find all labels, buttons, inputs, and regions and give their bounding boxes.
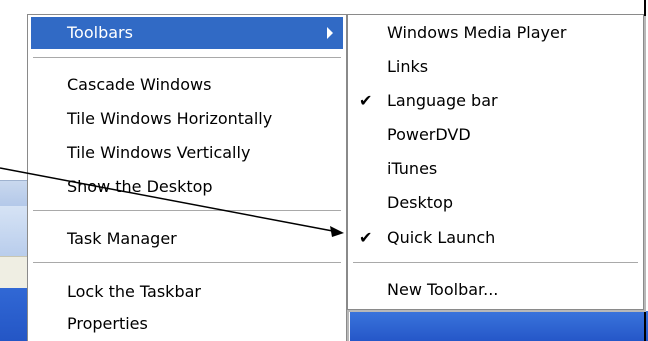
submenu-item-itunes[interactable]: iTunes xyxy=(351,153,640,185)
menu-item-label: Tile Windows Horizontally xyxy=(67,109,273,128)
taskbar-bottom-right xyxy=(350,311,648,341)
submenu-item-quick-launch[interactable]: ✔ Quick Launch xyxy=(351,222,640,254)
submenu-item-label: Desktop xyxy=(387,193,453,212)
taskbar-fragment-blue xyxy=(0,206,27,256)
submenu-arrow-icon xyxy=(327,27,333,39)
menu-item-cascade-windows[interactable]: Cascade Windows xyxy=(31,69,343,101)
submenu-item-desktop[interactable]: Desktop xyxy=(351,187,640,219)
menu-item-label: Lock the Taskbar xyxy=(67,282,201,301)
taskbar-fragment-top xyxy=(0,180,27,207)
checkmark-icon: ✔ xyxy=(359,228,373,247)
submenu-item-label: Quick Launch xyxy=(387,228,496,247)
toolbars-submenu: Windows Media Player Links ✔ Language ba… xyxy=(347,14,644,310)
submenu-item-label: New Toolbar... xyxy=(387,280,499,299)
submenu-item-label: Language bar xyxy=(387,91,498,110)
menu-item-task-manager[interactable]: Task Manager xyxy=(31,223,343,255)
menu-item-lock-taskbar[interactable]: Lock the Taskbar xyxy=(31,276,343,308)
menu-separator xyxy=(33,262,341,263)
submenu-item-label: PowerDVD xyxy=(387,125,471,144)
submenu-item-label: Windows Media Player xyxy=(387,23,567,42)
menu-item-label: Cascade Windows xyxy=(67,75,212,94)
submenu-item-windows-media-player[interactable]: Windows Media Player xyxy=(351,17,640,49)
frame-border-line xyxy=(644,0,646,341)
menu-item-properties[interactable]: Properties xyxy=(31,308,343,340)
menu-item-label: Show the Desktop xyxy=(67,177,213,196)
submenu-item-label: Links xyxy=(387,57,429,76)
menu-separator xyxy=(353,262,638,263)
submenu-item-label: iTunes xyxy=(387,159,438,178)
menu-item-show-desktop[interactable]: Show the Desktop xyxy=(31,171,343,203)
submenu-item-powerdvd[interactable]: PowerDVD xyxy=(351,119,640,151)
menu-item-toolbars[interactable]: Toolbars xyxy=(31,17,343,49)
menu-item-label: Task Manager xyxy=(67,229,177,248)
taskbar-bottom-left xyxy=(0,288,27,341)
taskbar-context-menu: Toolbars Cascade Windows Tile Windows Ho… xyxy=(27,14,347,341)
menu-item-label: Tile Windows Vertically xyxy=(67,143,251,162)
screenshot-stage: Toolbars Cascade Windows Tile Windows Ho… xyxy=(0,0,648,341)
menu-separator xyxy=(33,57,341,58)
taskbar-fragment-tan xyxy=(0,256,27,289)
menu-item-label: Toolbars xyxy=(67,23,133,42)
submenu-item-new-toolbar[interactable]: New Toolbar... xyxy=(351,274,640,306)
submenu-item-language-bar[interactable]: ✔ Language bar xyxy=(351,85,640,117)
menu-item-tile-vertically[interactable]: Tile Windows Vertically xyxy=(31,137,343,169)
menu-item-label: Properties xyxy=(67,314,148,333)
submenu-item-links[interactable]: Links xyxy=(351,51,640,83)
menu-separator xyxy=(33,210,341,211)
checkmark-icon: ✔ xyxy=(359,91,373,110)
menu-item-tile-horizontally[interactable]: Tile Windows Horizontally xyxy=(31,103,343,135)
